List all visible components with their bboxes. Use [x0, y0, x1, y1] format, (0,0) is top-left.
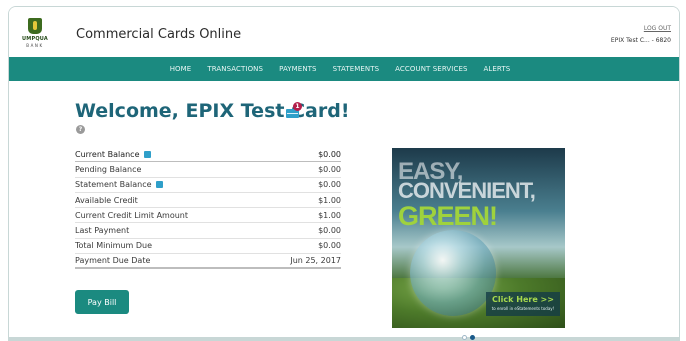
balance-value: $1.00 [318, 210, 341, 220]
balance-row: Pending Balance $0.00 [75, 162, 341, 178]
balance-row: Current Balance $0.00 [75, 147, 341, 163]
carousel-indicator [462, 335, 475, 340]
balance-row: Last Payment $0.00 [75, 223, 341, 239]
help-circle-icon[interactable]: ? [76, 125, 85, 134]
header: UMPQUA BANK Commercial Cards Online LOG … [9, 7, 679, 55]
account-selector[interactable]: EPIX Test C... - 6820 [611, 37, 671, 44]
balance-value: $0.00 [318, 164, 341, 174]
balance-label: Last Payment [75, 226, 130, 236]
info-icon[interactable] [155, 181, 163, 189]
balance-row: Payment Due Date Jun 25, 2017 [75, 254, 341, 270]
logout-link[interactable]: LOG OUT [644, 25, 671, 32]
balance-label: Statement Balance [75, 180, 152, 190]
carousel-dot-active[interactable] [470, 335, 475, 340]
carousel-dot[interactable] [462, 335, 467, 340]
balance-label: Total Minimum Due [75, 241, 152, 251]
balance-summary-table: Current Balance $0.00 Pending Balance $0… [75, 147, 341, 270]
balance-label: Available Credit [75, 195, 138, 205]
nav-item-alerts[interactable]: ALERTS [484, 65, 511, 73]
page-title: Welcome, EPIX Test Card! [75, 100, 350, 122]
cta-title: Click Here >> [492, 295, 554, 304]
balance-value: $0.00 [318, 149, 341, 159]
info-icon[interactable] [143, 150, 151, 158]
balance-value: $0.00 [318, 180, 341, 190]
nav-item-transactions[interactable]: TRANSACTIONS [207, 65, 263, 73]
message-count-badge[interactable]: 1 [293, 102, 302, 111]
nav-item-account-services[interactable]: ACCOUNT SERVICES [395, 65, 467, 73]
cta-subtitle: to enroll in eStatements today! [491, 306, 555, 311]
logo-mark-icon [28, 18, 42, 34]
balance-label: Payment Due Date [75, 256, 151, 266]
promo-line-3: GREEN! [398, 201, 498, 231]
logo-bank-name: UMPQUA [22, 36, 48, 42]
main-nav: HOME TRANSACTIONS PAYMENTS STATEMENTS AC… [9, 57, 679, 81]
balance-row: Available Credit $1.00 [75, 193, 341, 209]
frame-bottom-border [9, 337, 679, 341]
nav-item-payments[interactable]: PAYMENTS [279, 65, 317, 73]
enroll-cta[interactable]: Click Here >> to enroll in eStatements t… [486, 292, 560, 316]
glass-globe-icon [410, 230, 496, 316]
logo-bank-sub: BANK [26, 43, 44, 48]
balance-label: Current Balance [75, 149, 140, 159]
page-frame: UMPQUA BANK Commercial Cards Online LOG … [8, 6, 680, 341]
balance-row: Total Minimum Due $0.00 [75, 239, 341, 255]
estatements-promo-banner[interactable]: EASY, CONVENIENT, GREEN! Click Here >> t… [392, 148, 565, 328]
nav-item-home[interactable]: HOME [170, 65, 192, 73]
balance-value: $1.00 [318, 195, 341, 205]
app-title: Commercial Cards Online [76, 27, 242, 42]
balance-value: $0.00 [318, 226, 341, 236]
bank-logo-icon[interactable]: UMPQUA BANK [22, 18, 48, 50]
balance-row: Current Credit Limit Amount $1.00 [75, 208, 341, 224]
balance-label: Current Credit Limit Amount [75, 210, 189, 220]
balance-value: $0.00 [318, 241, 341, 251]
balance-value: Jun 25, 2017 [290, 256, 341, 266]
nav-item-statements[interactable]: STATEMENTS [333, 65, 380, 73]
balance-label: Pending Balance [75, 164, 142, 174]
pay-bill-button[interactable]: Pay Bill [75, 290, 129, 314]
balance-row: Statement Balance $0.00 [75, 178, 341, 193]
